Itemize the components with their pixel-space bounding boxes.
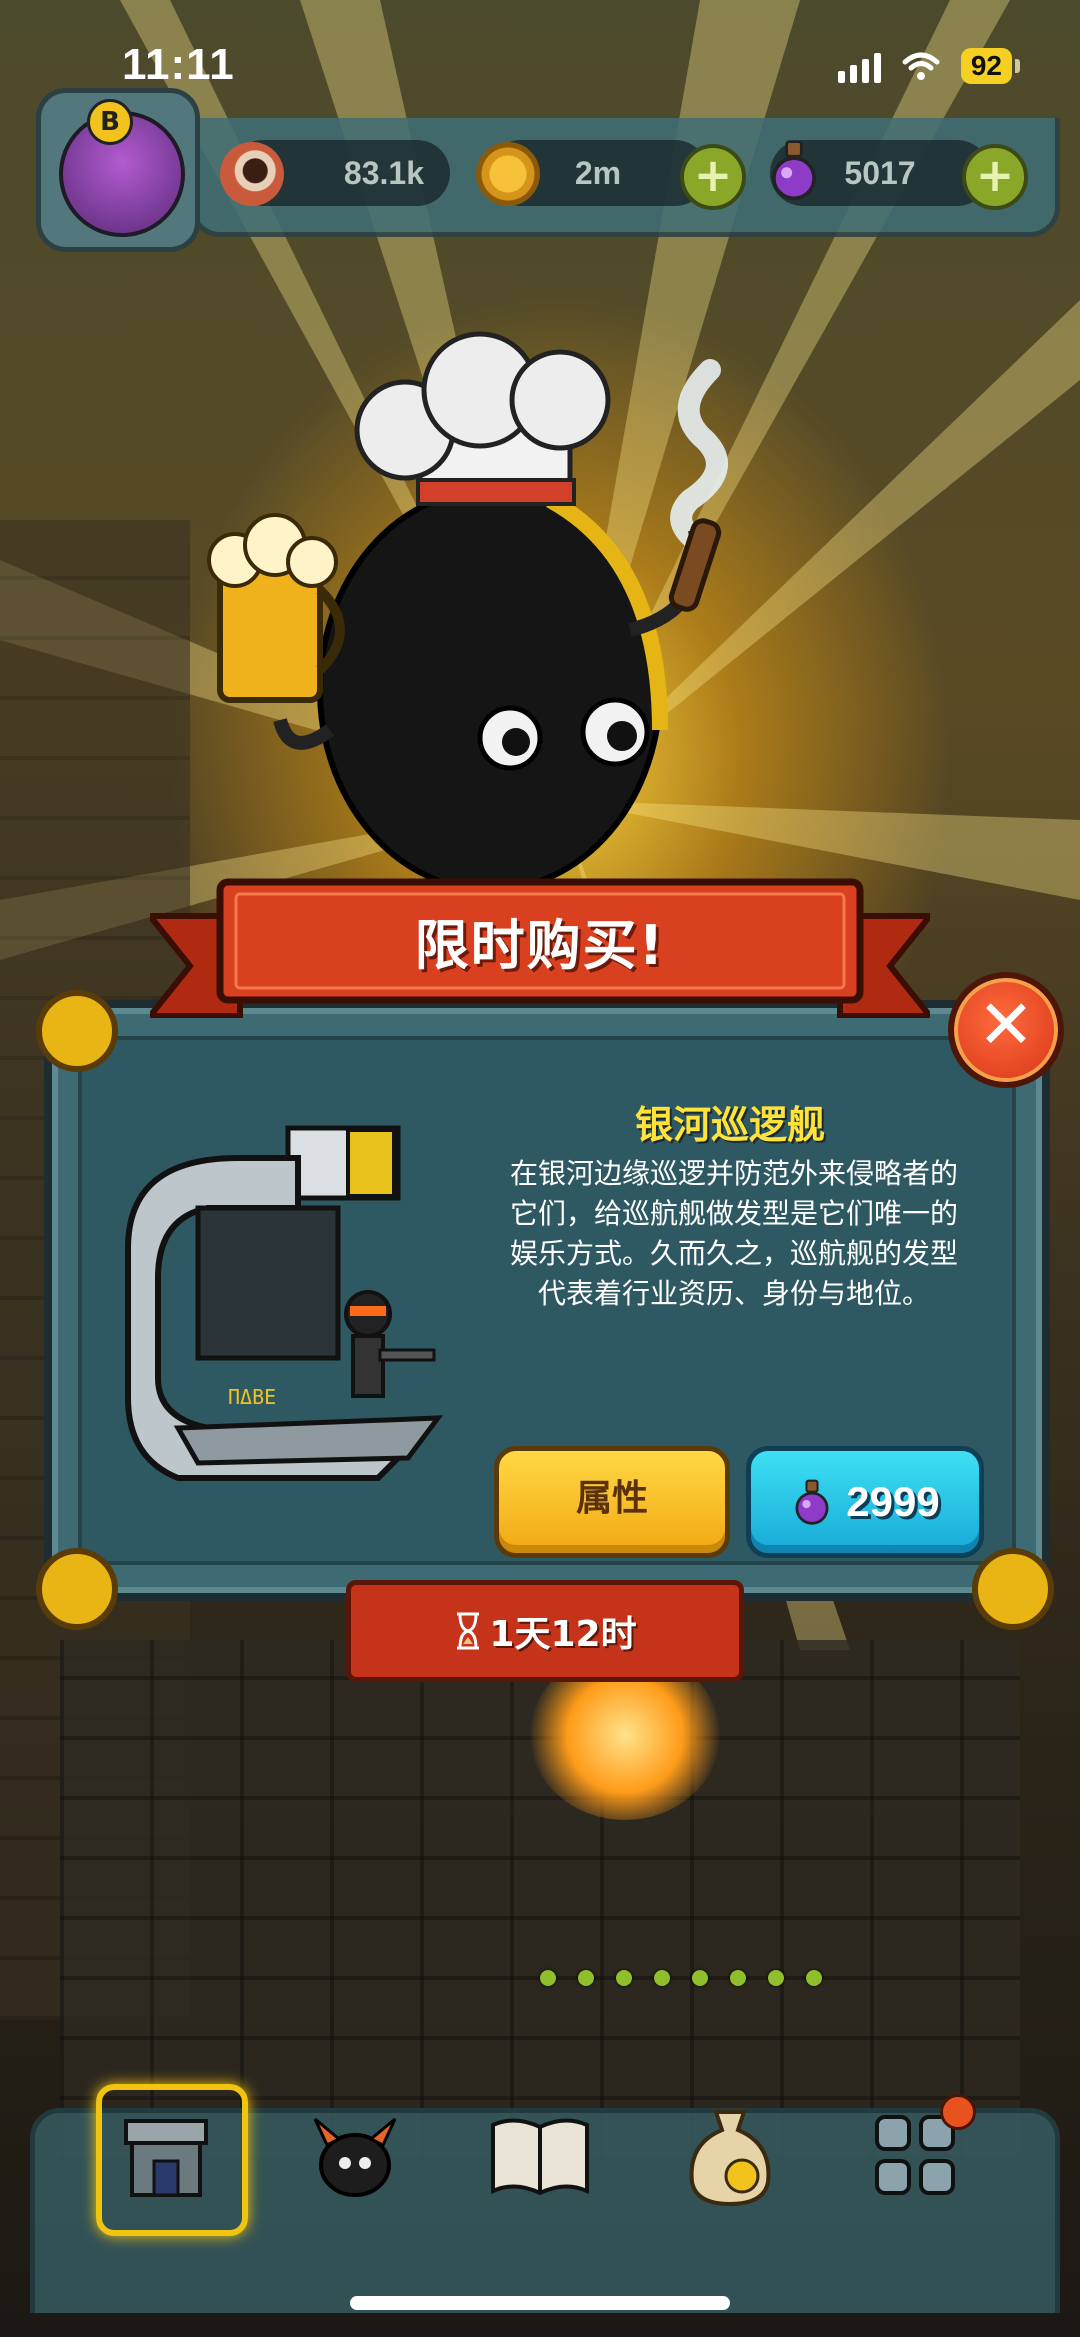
panel-corner-ornament xyxy=(36,990,118,1072)
offer-banner-label: 限时购买! xyxy=(150,876,930,1018)
battery-level: 92 xyxy=(960,48,1012,84)
close-icon: ✕ xyxy=(977,986,1035,1065)
cellular-signal-icon xyxy=(837,49,881,83)
price-value: 2999 xyxy=(846,1478,940,1525)
panel-corner-ornament xyxy=(972,1548,1054,1630)
attributes-button[interactable]: 属性 xyxy=(494,1446,730,1558)
galaxy-cruiser-hairstyle-image: ΠΔΒΕ xyxy=(125,1125,444,1481)
coin-bag-icon xyxy=(689,2110,771,2207)
item-description: 在银河边缘巡逻并防范外来侵略者的 它们，给巡航舰做发型是它们唯一的 娱乐方式。久… xyxy=(494,1154,974,1314)
rank-badge: B xyxy=(87,99,133,145)
eyes-value: 83.1k xyxy=(343,154,424,191)
potion-icon xyxy=(772,140,816,201)
nav-item-coin-bag[interactable] xyxy=(665,2090,795,2220)
hourglass-icon xyxy=(457,1612,480,1650)
add-potions-button[interactable]: + xyxy=(962,144,1028,210)
conveyor-lights xyxy=(540,1970,822,1986)
battery-indicator: 92 xyxy=(960,48,1020,84)
coin-icon xyxy=(476,142,540,206)
nav-item-monsters[interactable] xyxy=(290,2090,420,2220)
item-description-line: 娱乐方式。久而久之，巡航舰的发型 xyxy=(509,1237,958,1270)
potions-value: 5017 xyxy=(844,154,916,191)
add-coins-button[interactable]: + xyxy=(680,144,746,210)
nav-item-shop[interactable] xyxy=(101,2090,231,2220)
eyeball-icon xyxy=(220,142,284,206)
buy-button[interactable]: 2999 xyxy=(746,1446,984,1558)
nav-item-book[interactable] xyxy=(475,2090,605,2220)
item-name: 银河巡逻舰 xyxy=(634,1103,825,1147)
offer-timer: 1天12时 xyxy=(346,1580,744,1682)
item-description-line: 在银河边缘巡逻并防范外来侵略者的 xyxy=(509,1157,958,1190)
battery-tip xyxy=(1015,59,1020,73)
close-button[interactable]: ✕ xyxy=(948,972,1064,1088)
chef-monster-character xyxy=(207,331,728,890)
item-description-line: 它们，给巡航舰做发型是它们唯一的 xyxy=(509,1197,958,1230)
home-indicator[interactable] xyxy=(350,2296,730,2310)
book-icon xyxy=(491,2118,589,2196)
offer-title: 限时购买! xyxy=(414,914,666,977)
status-indicators: 92 xyxy=(837,48,1020,84)
coins-value: 2m xyxy=(574,154,622,191)
timer-value: 1天12时 xyxy=(489,1614,637,1655)
item-description-line: 代表着行业资历、身份与地位。 xyxy=(537,1277,930,1310)
wifi-icon xyxy=(902,52,940,80)
svg-text:ΠΔΒΕ: ΠΔΒΕ xyxy=(228,1385,276,1409)
notification-dot xyxy=(940,2094,976,2130)
status-time: 11:11 xyxy=(122,40,235,89)
panel-corner-ornament xyxy=(36,1548,118,1630)
profile-button[interactable]: B xyxy=(36,88,200,252)
potion-icon xyxy=(795,1479,829,1525)
monster-icon xyxy=(313,2117,397,2197)
shop-building-icon xyxy=(124,2119,208,2197)
